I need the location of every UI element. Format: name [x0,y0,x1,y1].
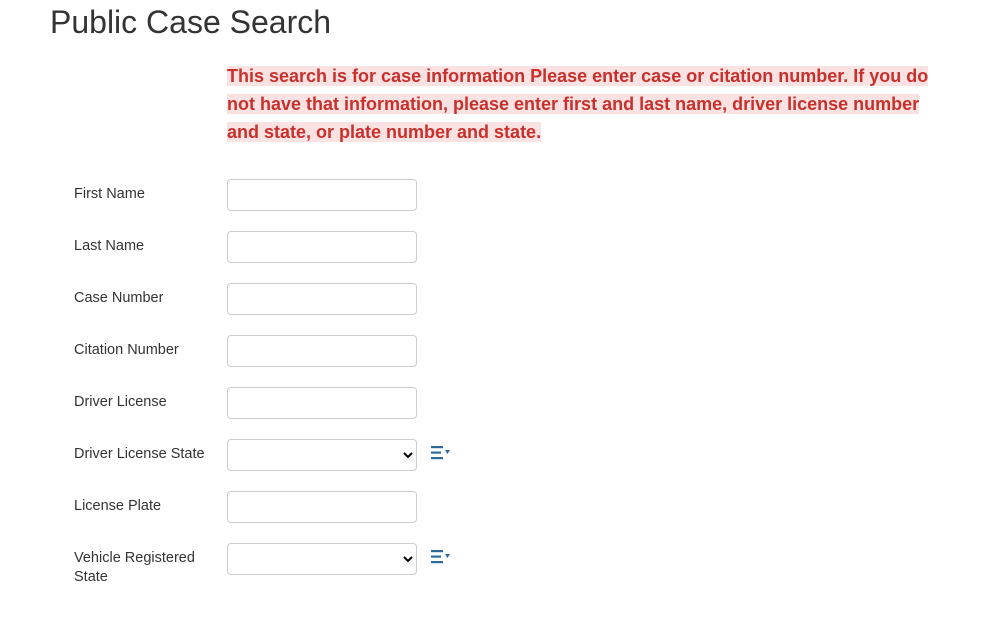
driver-license-input[interactable] [227,387,417,419]
list-icon[interactable] [431,445,451,461]
page-title: Public Case Search [50,4,950,41]
first-name-label: First Name [74,179,227,205]
driver-license-label: Driver License [74,387,227,413]
vehicle-registered-state-select[interactable] [227,543,417,575]
citation-number-input[interactable] [227,335,417,367]
instructions-text: This search is for case information Plea… [227,66,928,142]
vehicle-registered-state-label: Vehicle Registered State [74,543,227,588]
license-plate-label: License Plate [74,491,227,517]
citation-number-label: Citation Number [74,335,227,361]
list-icon[interactable] [431,549,451,565]
driver-license-state-select[interactable] [227,439,417,471]
first-name-input[interactable] [227,179,417,211]
license-plate-input[interactable] [227,491,417,523]
last-name-input[interactable] [227,231,417,263]
search-form: First Name Last Name Case Number Citatio… [50,179,950,588]
case-number-label: Case Number [74,283,227,309]
driver-license-state-label: Driver License State [74,439,227,465]
case-number-input[interactable] [227,283,417,315]
last-name-label: Last Name [74,231,227,257]
